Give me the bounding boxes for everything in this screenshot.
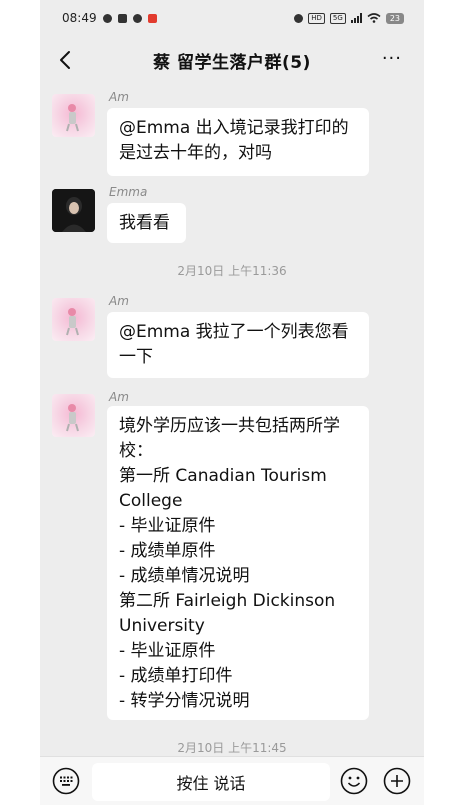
app-notification-icon: [117, 13, 127, 23]
message-line: - 成绩单打印件: [119, 666, 233, 686]
message-line: - 成绩单原件: [119, 541, 216, 561]
plus-icon[interactable]: [383, 767, 411, 795]
app-badge-icon: [147, 13, 157, 23]
message-bubble[interactable]: @Emma 出入境记录我打印的是过去十年的，对吗: [107, 108, 369, 176]
message-bubble[interactable]: @Emma 我拉了一个列表您看一下: [107, 312, 369, 378]
avatar[interactable]: [52, 189, 95, 232]
chat-header: 蔡 留学生落户群(5) ···: [40, 36, 424, 84]
avatar[interactable]: [52, 94, 95, 137]
back-arrow-icon[interactable]: [54, 48, 78, 72]
status-bar: 08:49 HD 5G 23: [40, 0, 424, 36]
timestamp: 2月10日 上午11:36: [177, 264, 287, 278]
message-line: 第一所 Canadian Tourism College: [119, 466, 327, 511]
sender-name: Am: [109, 90, 129, 104]
emoji-icon[interactable]: [340, 767, 368, 795]
sender-name: Am: [109, 390, 129, 404]
avatar[interactable]: [52, 298, 95, 341]
avatar-figure-icon: [66, 308, 79, 336]
message-bubble[interactable]: 境外学历应该一共包括两所学校： 第一所 Canadian Tourism Col…: [107, 406, 369, 720]
message-line: 第二所 Fairleigh Dickinson University: [119, 591, 336, 636]
status-time: 08:49: [62, 11, 97, 25]
5g-badge: 5G: [329, 12, 346, 24]
message-notification-icon: [132, 13, 142, 23]
sender-name: Emma: [109, 185, 148, 199]
message-bubble[interactable]: 我看看: [107, 203, 186, 243]
timestamp: 2月10日 上午11:45: [177, 741, 287, 755]
message-line: 境外学历应该一共包括两所学校：: [119, 416, 340, 461]
notification-icon: [102, 13, 112, 23]
keyboard-icon[interactable]: [52, 767, 80, 795]
battery-icon: 23: [385, 12, 404, 24]
hd-badge: HD: [308, 12, 325, 24]
avatar-portrait-icon: [52, 189, 95, 232]
alarm-icon: [294, 13, 304, 23]
avatar-figure-icon: [66, 404, 79, 432]
hold-to-talk-button[interactable]: 按住 说话: [92, 763, 330, 801]
phone-screen: 08:49 HD 5G 23 蔡 留学生落户群(5) ··· Am @Emma …: [40, 0, 424, 805]
message-line: - 毕业证原件: [119, 516, 216, 536]
input-bar: 按住 说话: [40, 756, 424, 805]
signal-icon: [350, 13, 362, 23]
sender-name: Am: [109, 294, 129, 308]
avatar-figure-icon: [66, 104, 79, 132]
avatar[interactable]: [52, 394, 95, 437]
message-line: - 转学分情况说明: [119, 691, 250, 711]
more-options-icon[interactable]: ···: [382, 50, 402, 68]
message-line: - 毕业证原件: [119, 641, 216, 661]
wifi-icon: [367, 13, 381, 23]
chat-title: 蔡 留学生落户群(5): [153, 52, 311, 73]
message-line: - 成绩单情况说明: [119, 566, 250, 586]
